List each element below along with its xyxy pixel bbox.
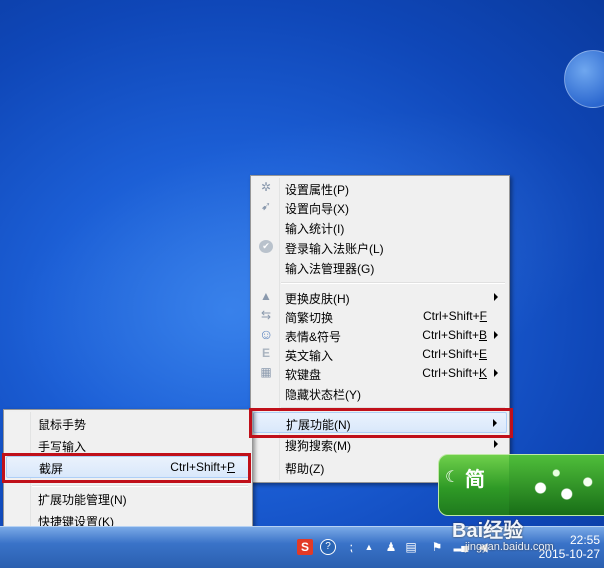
menu-item-label: 搜狗搜索(M) <box>285 439 351 453</box>
menu-item-sogou-search[interactable]: 搜狗搜索(M) <box>253 434 507 453</box>
menu-item-english-input[interactable]: E 英文输入 Ctrl+Shift+E <box>253 344 507 364</box>
menu-item-hide-status-bar[interactable]: 隐藏状态栏(Y) <box>253 383 507 402</box>
menu-separator <box>281 407 505 409</box>
submenu-arrow-icon <box>494 293 498 301</box>
check-circle-icon: ✔ <box>259 240 273 253</box>
ime-mode-label[interactable]: 简 <box>465 463 485 492</box>
sogou-icon[interactable]: S <box>297 539 313 555</box>
menu-item-shortcut: Ctrl+Shift+F <box>422 309 487 323</box>
baidu-jingyan-watermark: Bai经验 <box>452 520 524 542</box>
menu-item-label: 软键盘 <box>285 368 322 382</box>
menu-item-label: 输入法管理器(G) <box>285 262 375 276</box>
menu-item-label: 更换皮肤(H) <box>285 292 350 306</box>
menu-item-label: 隐藏状态栏(Y) <box>285 388 361 402</box>
menu-item-change-skin[interactable]: ▲ 更换皮肤(H) <box>253 287 507 306</box>
lily-flower-skin-image <box>509 455 604 515</box>
menu-item-wizard[interactable]: ➹ 设置向导(X) <box>253 197 507 217</box>
menu-item-label: 扩展功能管理(N) <box>38 493 127 507</box>
submenu-arrow-icon <box>494 369 498 377</box>
submenu-item-handwriting[interactable]: 手写输入 <box>6 435 250 454</box>
submenu-item-mouse-gesture[interactable]: 鼠标手势 <box>6 413 250 432</box>
menu-separator <box>281 282 505 284</box>
keyboard-icon[interactable]: ▤ <box>403 539 419 555</box>
submenu-item-screenshot[interactable]: 截屏 Ctrl+Shift+P <box>6 456 250 478</box>
menu-item-shortcut: Ctrl+Shift+P <box>170 460 235 474</box>
user-icon[interactable]: ♟ <box>383 539 399 555</box>
menu-item-ime-manager[interactable]: 输入法管理器(G) <box>253 257 507 276</box>
menu-item-label: 设置属性(P) <box>285 183 349 197</box>
wand-icon: ➹ <box>260 199 272 213</box>
menu-item-shortcut: Ctrl+Shift+K <box>422 366 487 380</box>
menu-item-label: 表情&符号 <box>285 330 342 344</box>
punctuation-icon[interactable]: ⁏ <box>343 539 359 555</box>
menu-item-extensions[interactable]: 扩展功能(N) <box>253 412 507 433</box>
submenu-arrow-icon <box>494 440 498 448</box>
menu-item-shortcut: Ctrl+Shift+E <box>422 347 487 361</box>
menu-item-label: 鼠标手势 <box>38 418 87 432</box>
menu-item-label: 输入统计(I) <box>285 222 345 236</box>
menu-item-label: 设置向导(X) <box>285 202 349 216</box>
moon-icon: ☾ <box>445 469 460 486</box>
help-icon[interactable]: ? <box>320 539 336 555</box>
menu-item-label: 英文输入 <box>285 349 334 363</box>
menu-item-label: 手写输入 <box>38 440 87 454</box>
gear-icon: ✲ <box>260 180 272 194</box>
menu-item-input-stats[interactable]: 输入统计(I) <box>253 217 507 236</box>
menu-item-simp-trad-toggle[interactable]: ⇆ 简繁切换 Ctrl+Shift+F <box>253 306 507 326</box>
submenu-item-extension-manager[interactable]: 扩展功能管理(N) <box>6 488 250 507</box>
menu-item-label: 简繁切换 <box>285 311 334 325</box>
menu-item-label: 扩展功能(N) <box>286 418 351 432</box>
menu-item-shortcut: Ctrl+Shift+B <box>422 328 487 342</box>
tray-expand-icon[interactable]: ▲ <box>361 539 377 555</box>
ime-status-bar[interactable]: ☾ 简 <box>438 454 604 516</box>
submenu-arrow-icon <box>493 419 497 427</box>
letter-e-icon: E <box>261 346 270 360</box>
menu-item-settings[interactable]: ✲ 设置属性(P) <box>253 178 507 198</box>
menu-item-label: 帮助(Z) <box>285 462 325 476</box>
smiley-icon: ☺ <box>259 326 274 342</box>
menu-separator <box>32 485 248 487</box>
menu-item-label: 登录输入法账户(L) <box>285 242 384 256</box>
swap-icon: ⇆ <box>260 308 272 322</box>
submenu-arrow-icon <box>494 331 498 339</box>
keyboard-icon: ▦ <box>260 365 272 379</box>
menu-item-label: 截屏 <box>39 462 64 476</box>
menu-item-soft-keyboard[interactable]: ▦ 软键盘 Ctrl+Shift+K <box>253 363 507 382</box>
ime-context-menu: ✲ 设置属性(P) ➹ 设置向导(X) 输入统计(I) ✔ 登录输入法账户(L)… <box>250 175 510 483</box>
menu-item-login-account[interactable]: ✔ 登录输入法账户(L) <box>253 237 507 256</box>
menu-item-emoji-symbols[interactable]: ☺ 表情&符号 Ctrl+Shift+B <box>253 325 507 344</box>
watermark-url: jingyan.baidu.com <box>465 541 554 553</box>
brush-icon: ▲ <box>260 289 272 303</box>
extensions-submenu: 鼠标手势 手写输入 截屏 Ctrl+Shift+P 扩展功能管理(N) 快捷键设… <box>3 409 253 535</box>
flag-icon[interactable]: ⚑ <box>429 539 445 555</box>
